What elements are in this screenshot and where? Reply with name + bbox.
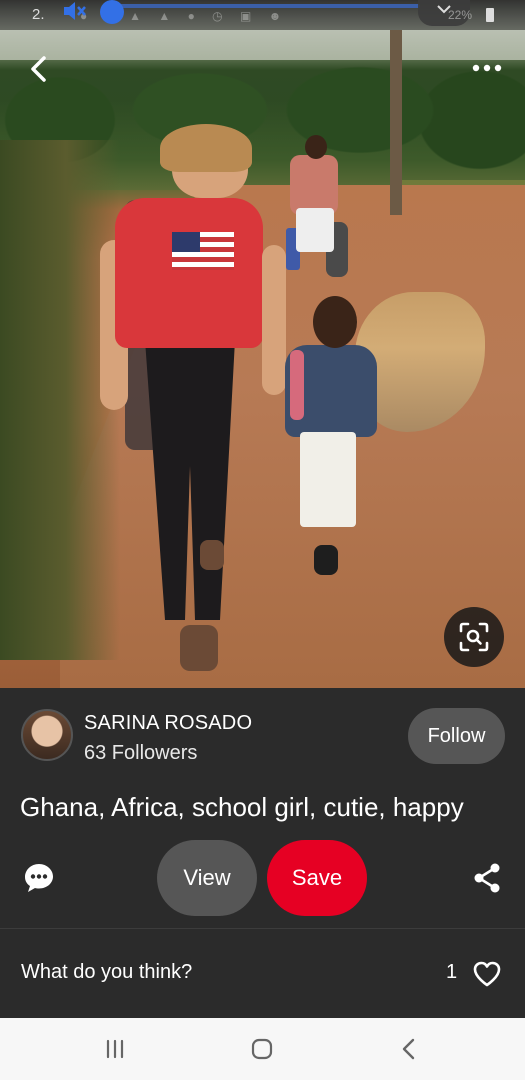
back-icon[interactable] xyxy=(398,1036,418,1062)
author-name[interactable]: SARINA ROSADO xyxy=(84,712,252,735)
image-sandal xyxy=(180,625,218,671)
image-pole xyxy=(390,30,402,215)
divider xyxy=(0,928,525,929)
battery-percent: 22% xyxy=(448,8,473,22)
image-sandal xyxy=(200,540,224,570)
heart-outline-icon[interactable] xyxy=(472,960,502,988)
status-bar: 2. ● ● ▲ ▲ ● ◷ ▣ ☻ 22% xyxy=(0,0,525,30)
image-girl-head xyxy=(305,135,327,159)
image-woman-arm-right xyxy=(262,245,286,395)
pin-title: Ghana, Africa, school girl, cutie, happy xyxy=(20,792,464,822)
image-boy-shorts xyxy=(300,432,356,527)
reaction-count: 1 xyxy=(446,961,458,983)
visual-search-button[interactable] xyxy=(444,607,504,667)
comment-prompt[interactable]: What do you think? xyxy=(21,961,192,984)
follower-count: 63 Followers xyxy=(84,742,198,764)
image-woman-shirt xyxy=(115,198,263,348)
recent-apps-icon[interactable] xyxy=(102,1038,128,1060)
image-boy-strap xyxy=(290,350,304,420)
avatar[interactable] xyxy=(21,709,73,761)
chevron-left-icon[interactable] xyxy=(24,52,54,86)
image-flag-print xyxy=(172,232,234,270)
volume-slider[interactable] xyxy=(100,0,420,24)
image-boy-shoe xyxy=(314,545,338,575)
home-icon[interactable] xyxy=(250,1037,274,1061)
image-boy-head xyxy=(313,296,357,348)
muted-speaker-icon[interactable] xyxy=(62,0,88,22)
comment-bubble-icon[interactable] xyxy=(23,862,55,894)
image-woman-hair xyxy=(160,124,252,172)
more-horizontal-icon[interactable] xyxy=(470,56,504,80)
share-icon[interactable] xyxy=(472,862,502,894)
save-button[interactable]: Save xyxy=(267,840,367,916)
view-button[interactable]: View xyxy=(157,840,257,916)
image-girl-shirt xyxy=(290,155,338,215)
pin-image[interactable] xyxy=(0,0,525,688)
image-girl-skirt xyxy=(296,208,334,252)
volume-slider-thumb[interactable] xyxy=(100,0,124,24)
follow-button[interactable]: Follow xyxy=(408,708,505,764)
visual-search-icon xyxy=(459,622,489,652)
battery-icon xyxy=(486,8,494,22)
status-time: 2. xyxy=(32,6,45,23)
